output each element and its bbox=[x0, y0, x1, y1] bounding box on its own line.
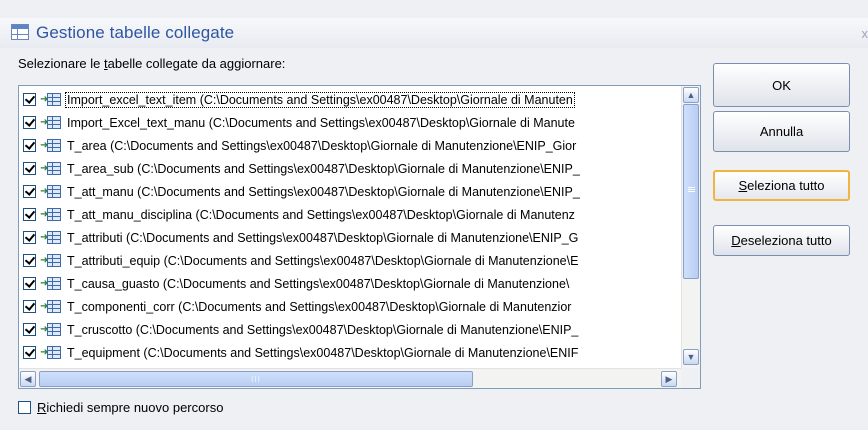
item-checkbox[interactable] bbox=[23, 300, 36, 313]
select-all-button[interactable]: Seleziona tutto bbox=[713, 170, 850, 201]
list-item-label: T_cruscotto (C:\Documents and Settings\e… bbox=[67, 322, 579, 337]
chevron-down-icon: ▼ bbox=[686, 352, 696, 362]
list-item[interactable]: ➜ T_componenti_corr (C:\Documents and Set… bbox=[19, 296, 679, 317]
close-icon[interactable]: x bbox=[862, 26, 868, 41]
scrollbar-corner bbox=[681, 368, 700, 388]
list-item[interactable]: ➜ Import_Excel_text_manu (C:\Documents an… bbox=[19, 112, 679, 133]
list-item-label: T_att_manu (C:\Documents and Settings\ex… bbox=[67, 184, 580, 199]
list-item-label: T_area_sub (C:\Documents and Settings\ex… bbox=[67, 161, 580, 176]
list-item-label: Import_Excel_text_manu (C:\Documents and… bbox=[67, 115, 575, 130]
linked-table-icon: ➜ bbox=[40, 322, 62, 338]
item-checkbox[interactable] bbox=[23, 231, 36, 244]
list-item[interactable]: ➜ T_att_manu (C:\Documents and Settings\e… bbox=[19, 181, 679, 202]
item-checkbox[interactable] bbox=[23, 162, 36, 175]
linked-table-icon: ➜ bbox=[40, 92, 62, 108]
linked-table-icon: ➜ bbox=[40, 253, 62, 269]
list-item[interactable]: ➜ T_area_sub (C:\Documents and Settings\e… bbox=[19, 158, 679, 179]
linked-table-icon: ➜ bbox=[40, 138, 62, 154]
list-item-label: T_attributi (C:\Documents and Settings\e… bbox=[67, 230, 579, 245]
scroll-right-button[interactable]: ▶ bbox=[661, 371, 677, 387]
item-checkbox[interactable] bbox=[23, 346, 36, 359]
vertical-scroll-thumb[interactable] bbox=[683, 104, 699, 279]
linked-table-icon: ➜ bbox=[40, 207, 62, 223]
linked-table-icon: ➜ bbox=[40, 276, 62, 292]
table-icon bbox=[11, 24, 29, 40]
window-title: Gestione tabelle collegate bbox=[36, 23, 235, 42]
scroll-left-button[interactable]: ◀ bbox=[20, 371, 36, 387]
list-item-label: T_componenti_corr (C:\Documents and Sett… bbox=[67, 299, 572, 314]
scroll-up-button[interactable]: ▲ bbox=[683, 87, 699, 103]
list-item[interactable]: ➜ T_attributi (C:\Documents and Settings\… bbox=[19, 227, 679, 248]
scroll-down-button[interactable]: ▼ bbox=[683, 349, 699, 365]
item-checkbox[interactable] bbox=[23, 139, 36, 152]
linked-table-manager-dialog: Gestione tabelle collegate x Selezionare… bbox=[0, 0, 868, 430]
chevron-right-icon: ▶ bbox=[665, 373, 673, 384]
linked-table-icon: ➜ bbox=[40, 115, 62, 131]
checkbox-box[interactable] bbox=[18, 401, 31, 414]
list-item-label: T_causa_guasto (C:\Documents and Setting… bbox=[67, 276, 570, 291]
linked-table-icon: ➜ bbox=[40, 184, 62, 200]
list-item[interactable]: ➜ T_area (C:\Documents and Settings\ex004… bbox=[19, 135, 679, 156]
title-bar: Gestione tabelle collegate x bbox=[0, 18, 868, 48]
deselect-all-button[interactable]: Deseleziona tutto bbox=[713, 225, 850, 256]
cancel-button[interactable]: Annulla bbox=[713, 111, 850, 152]
item-checkbox[interactable] bbox=[23, 116, 36, 129]
list-item[interactable]: ➜ T_equipment (C:\Documents and Settings\… bbox=[19, 342, 679, 363]
linked-table-icon: ➜ bbox=[40, 161, 62, 177]
list-item[interactable]: ➜ T_causa_guasto (C:\Documents and Settin… bbox=[19, 273, 679, 294]
chevron-up-icon: ▲ bbox=[686, 90, 696, 100]
list-item[interactable]: ➜ T_att_manu_disciplina (C:\Documents and… bbox=[19, 204, 679, 225]
list-item-label: T_area (C:\Documents and Settings\ex0048… bbox=[67, 138, 577, 153]
ok-button[interactable]: OK bbox=[713, 63, 850, 107]
chevron-left-icon: ◀ bbox=[24, 373, 32, 384]
always-prompt-new-location-checkbox[interactable]: Richiedi sempre nuovo percorso bbox=[18, 400, 223, 415]
horizontal-scroll-thumb[interactable]: III bbox=[39, 371, 473, 387]
item-checkbox[interactable] bbox=[23, 93, 36, 106]
vertical-scrollbar[interactable]: ▲ ▼ bbox=[681, 86, 700, 368]
checkbox-label: Richiedi sempre nuovo percorso bbox=[37, 400, 224, 415]
list-item-label: T_equipment (C:\Documents and Settings\e… bbox=[67, 345, 579, 360]
linked-table-icon: ➜ bbox=[40, 299, 62, 315]
item-checkbox[interactable] bbox=[23, 254, 36, 267]
grip-icon: III bbox=[251, 374, 261, 384]
horizontal-scrollbar[interactable]: ◀ III ▶ bbox=[19, 368, 700, 388]
item-checkbox[interactable] bbox=[23, 323, 36, 336]
list-item[interactable]: ➜ T_attributi_equip (C:\Documents and Set… bbox=[19, 250, 679, 271]
list-prompt-label: Selezionare le tabelle collegate da aggi… bbox=[18, 56, 286, 71]
linked-tables-listbox[interactable]: ➜ Import_excel_text_item (C:\Documents an… bbox=[18, 85, 701, 389]
list-item[interactable]: ➜ T_cruscotto (C:\Documents and Settings\… bbox=[19, 319, 679, 340]
list-item-label: T_att_manu_disciplina (C:\Documents and … bbox=[67, 207, 575, 222]
grip-icon bbox=[688, 187, 695, 188]
linked-table-icon: ➜ bbox=[40, 230, 62, 246]
item-checkbox[interactable] bbox=[23, 277, 36, 290]
linked-table-icon: ➜ bbox=[40, 345, 62, 361]
list-item-label: T_attributi_equip (C:\Documents and Sett… bbox=[67, 253, 579, 268]
item-checkbox[interactable] bbox=[23, 185, 36, 198]
item-checkbox[interactable] bbox=[23, 208, 36, 221]
list-item[interactable]: ➜ Import_excel_text_item (C:\Documents an… bbox=[19, 89, 679, 110]
listbox-rows: ➜ Import_excel_text_item (C:\Documents an… bbox=[19, 86, 679, 368]
list-item-label: Import_excel_text_item (C:\Documents and… bbox=[65, 91, 575, 108]
